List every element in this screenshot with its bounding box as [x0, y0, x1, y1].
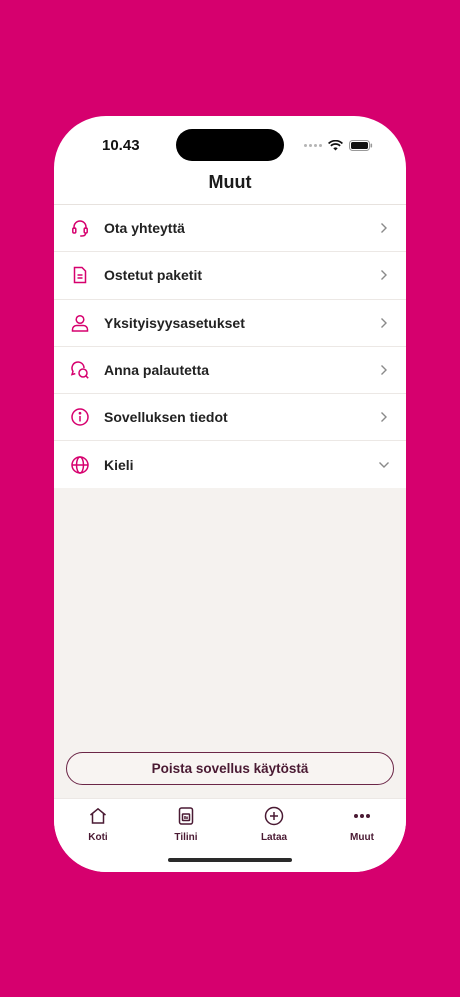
person-icon: [70, 313, 90, 333]
globe-icon: [70, 455, 90, 475]
menu-item-app-info[interactable]: Sovelluksen tiedot: [54, 394, 406, 442]
deactivate-app-button[interactable]: Poista sovellus käytöstä: [66, 752, 394, 785]
phone-frame: 10.43 Muut Ota yhteyttä Ostetut paketit: [54, 116, 406, 872]
chevron-right-icon: [378, 222, 390, 234]
status-time: 10.43: [102, 137, 140, 154]
menu-label: Anna palautetta: [104, 362, 210, 379]
menu-item-privacy-settings[interactable]: Yksityisyysasetukset: [54, 299, 406, 347]
settings-menu: Ota yhteyttä Ostetut paketit Yksityisyys…: [54, 204, 406, 489]
tab-home[interactable]: Koti: [54, 799, 142, 872]
chevron-right-icon: [378, 317, 390, 329]
tab-label: Lataa: [260, 832, 288, 843]
tab-label: Tilini: [174, 832, 198, 843]
tab-more[interactable]: Muut: [318, 799, 406, 872]
menu-label: Yksityisyysasetukset: [104, 314, 245, 331]
chevron-right-icon: [378, 411, 390, 423]
sim-card-icon: [175, 805, 197, 827]
status-bar: 10.43: [54, 116, 406, 176]
document-icon: [70, 265, 90, 285]
tab-label: Muut: [350, 832, 374, 843]
menu-label: Ota yhteyttä: [104, 220, 185, 237]
status-icons: [304, 140, 373, 151]
info-icon: [70, 407, 90, 427]
menu-item-feedback[interactable]: Anna palautetta: [54, 346, 406, 395]
menu-label: Kieli: [104, 457, 134, 474]
menu-item-language[interactable]: Kieli: [54, 441, 406, 489]
menu-label: Ostetut paketit: [104, 267, 203, 284]
plus-circle-icon: [263, 805, 285, 827]
dynamic-island: [176, 129, 284, 161]
home-icon: [87, 805, 109, 827]
tab-label: Koti: [88, 832, 108, 843]
more-dots-icon: [351, 805, 373, 827]
feedback-icon: [70, 360, 90, 380]
menu-label: Sovelluksen tiedot: [104, 409, 228, 426]
headset-icon: [70, 218, 90, 238]
signal-icon: [304, 144, 322, 147]
wifi-icon: [328, 140, 343, 151]
page-title: Muut: [208, 172, 252, 192]
battery-icon: [349, 140, 373, 151]
chevron-right-icon: [378, 269, 390, 281]
menu-item-purchased-packages[interactable]: Ostetut paketit: [54, 252, 406, 300]
chevron-down-icon: [378, 459, 390, 471]
menu-item-contact[interactable]: Ota yhteyttä: [54, 205, 406, 253]
home-indicator[interactable]: [168, 858, 292, 862]
chevron-right-icon: [378, 364, 390, 376]
